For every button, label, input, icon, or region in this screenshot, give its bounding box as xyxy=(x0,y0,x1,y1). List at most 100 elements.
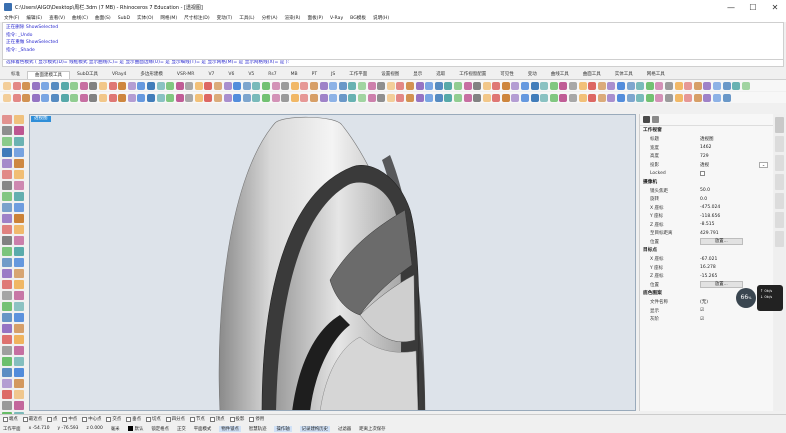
tool-palette-icon[interactable] xyxy=(2,203,12,212)
menu-analyze[interactable]: 分析(A) xyxy=(262,15,278,21)
prop-value[interactable]: 16.278 xyxy=(700,265,716,270)
toolbar-command-icon[interactable] xyxy=(444,81,453,90)
tool-palette-icon[interactable] xyxy=(2,181,12,190)
toolbar-command-icon[interactable] xyxy=(146,93,155,102)
toolbar-command-icon[interactable] xyxy=(79,93,88,102)
toolbar-command-icon[interactable] xyxy=(501,81,510,90)
side-tab[interactable] xyxy=(775,117,784,133)
menu-bg-template[interactable]: BG模板 xyxy=(350,15,366,21)
tool-palette-icon[interactable] xyxy=(14,335,24,344)
toolbar-command-icon[interactable] xyxy=(185,93,194,102)
menu-mesh[interactable]: 网格(M) xyxy=(160,15,177,21)
toolbar-command-icon[interactable] xyxy=(310,81,318,90)
toolbar-command-icon[interactable] xyxy=(396,81,405,90)
tool-palette-icon[interactable] xyxy=(14,390,24,399)
menu-curve[interactable]: 曲线(C) xyxy=(72,15,88,21)
close-icon[interactable]: ✕ xyxy=(764,0,786,14)
menu-edit[interactable]: 编辑(E) xyxy=(26,15,42,21)
tool-palette-icon[interactable] xyxy=(14,357,24,366)
tool-palette-icon[interactable] xyxy=(14,368,24,377)
toolbar-command-icon[interactable] xyxy=(262,81,271,90)
toolbar-command-icon[interactable] xyxy=(693,81,702,90)
toolbar-command-icon[interactable] xyxy=(357,81,366,90)
toolbar-command-icon[interactable] xyxy=(415,93,424,102)
prop-value[interactable]: 429.791 xyxy=(700,231,719,236)
status-grid-snap[interactable]: 锁定格点 xyxy=(151,426,169,432)
target-place-button[interactable]: 放置... xyxy=(700,281,743,289)
toolbar-command-icon[interactable] xyxy=(290,93,299,102)
osnap-checkbox[interactable] xyxy=(82,416,88,422)
status-filter[interactable]: 过滤器 xyxy=(338,426,351,432)
tool-palette-icon[interactable] xyxy=(14,181,24,190)
toolbar-command-icon[interactable] xyxy=(185,81,194,90)
toolbar-command-icon[interactable] xyxy=(22,93,31,102)
toolbar-command-icon[interactable] xyxy=(674,81,683,90)
toolbar-command-icon[interactable] xyxy=(166,81,175,90)
osnap-item[interactable]: 垂点 xyxy=(126,416,141,422)
toolbar-command-icon[interactable] xyxy=(425,81,434,90)
toolbar-command-icon[interactable] xyxy=(137,81,146,90)
osnap-item[interactable]: 最近点 xyxy=(22,416,42,422)
osnap-checkbox[interactable] xyxy=(22,416,28,422)
toolbar-command-icon[interactable] xyxy=(434,81,443,90)
tab-curve-tools[interactable]: 曲线工具 xyxy=(544,71,576,79)
prop-value[interactable]: 50.0 xyxy=(700,188,710,193)
tab-set-view[interactable]: 设置视图 xyxy=(374,71,406,79)
toolbar-command-icon[interactable] xyxy=(463,81,472,90)
menu-file[interactable]: 文件(F) xyxy=(4,15,19,21)
osnap-item[interactable]: 中心点 xyxy=(82,416,101,422)
side-tab[interactable] xyxy=(775,174,784,190)
grayscale-checkbox[interactable]: ☑ xyxy=(700,317,704,322)
command-prompt[interactable]: 选择着色模式 ( 显示模式(D)= 线框模式 显示曲线(C)= 是 显示曲面边缘… xyxy=(2,60,784,67)
toolbar-command-icon[interactable] xyxy=(645,81,654,90)
toolbar-command-icon[interactable] xyxy=(290,81,299,90)
tab-mesh-tools[interactable]: 网格工具 xyxy=(640,71,672,79)
tab-subd-tools[interactable]: SubD工具 xyxy=(70,71,105,79)
toolbar-command-icon[interactable] xyxy=(684,81,693,90)
toolbar-command-icon[interactable] xyxy=(60,93,69,102)
toolbar-command-icon[interactable] xyxy=(453,81,462,90)
tool-palette-icon[interactable] xyxy=(14,159,24,168)
toolbar-command-icon[interactable] xyxy=(118,93,127,102)
toolbar-command-icon[interactable] xyxy=(242,93,251,102)
toolbar-command-icon[interactable] xyxy=(722,81,731,90)
tool-palette-icon[interactable] xyxy=(2,379,12,388)
tool-palette-icon[interactable] xyxy=(14,236,24,245)
toolbar-command-icon[interactable] xyxy=(664,81,673,90)
toolbar-command-icon[interactable] xyxy=(511,93,520,102)
tool-palette-icon[interactable] xyxy=(14,126,24,135)
menu-view[interactable]: 查看(V) xyxy=(49,15,65,21)
toolbar-command-icon[interactable] xyxy=(242,81,251,90)
zoom-badge[interactable]: 66% xyxy=(736,288,756,308)
tool-palette-icon[interactable] xyxy=(14,401,24,410)
tab-cplane[interactable]: 工作平面 xyxy=(342,71,374,79)
toolbar-command-icon[interactable] xyxy=(617,93,625,102)
toolbar-command-icon[interactable] xyxy=(156,81,165,90)
tab-rs7[interactable]: Rs7 xyxy=(261,71,283,79)
toolbar-command-icon[interactable] xyxy=(108,81,117,90)
toolbar-command-icon[interactable] xyxy=(50,81,59,90)
tab-v7[interactable]: V7 xyxy=(201,71,221,79)
tool-palette-icon[interactable] xyxy=(2,302,12,311)
tool-palette-icon[interactable] xyxy=(2,346,12,355)
toolbar-command-icon[interactable] xyxy=(348,93,357,102)
chevron-down-icon[interactable]: ⌄ xyxy=(759,161,768,168)
osnap-item[interactable]: 投影 xyxy=(229,416,244,422)
tab-visibility[interactable]: 可见性 xyxy=(493,71,521,79)
osnap-checkbox[interactable] xyxy=(249,416,255,422)
tool-palette-icon[interactable] xyxy=(14,379,24,388)
toolbar-command-icon[interactable] xyxy=(549,93,558,102)
toolbar-command-icon[interactable] xyxy=(319,81,328,90)
osnap-checkbox[interactable] xyxy=(62,416,68,422)
toolbar-command-icon[interactable] xyxy=(473,93,482,102)
prop-value[interactable]: -8.515 xyxy=(700,222,715,227)
tool-palette-icon[interactable] xyxy=(2,126,12,135)
perspective-viewport[interactable]: 透视图 xyxy=(29,114,636,411)
tool-palette-icon[interactable] xyxy=(2,236,12,245)
toolbar-command-icon[interactable] xyxy=(22,81,31,90)
tool-palette-icon[interactable] xyxy=(2,401,12,410)
toolbar-command-icon[interactable] xyxy=(194,93,203,102)
toolbar-command-icon[interactable] xyxy=(588,93,597,102)
menu-dimension[interactable]: 尺寸标注(D) xyxy=(184,15,210,21)
toolbar-command-icon[interactable] xyxy=(262,93,271,102)
